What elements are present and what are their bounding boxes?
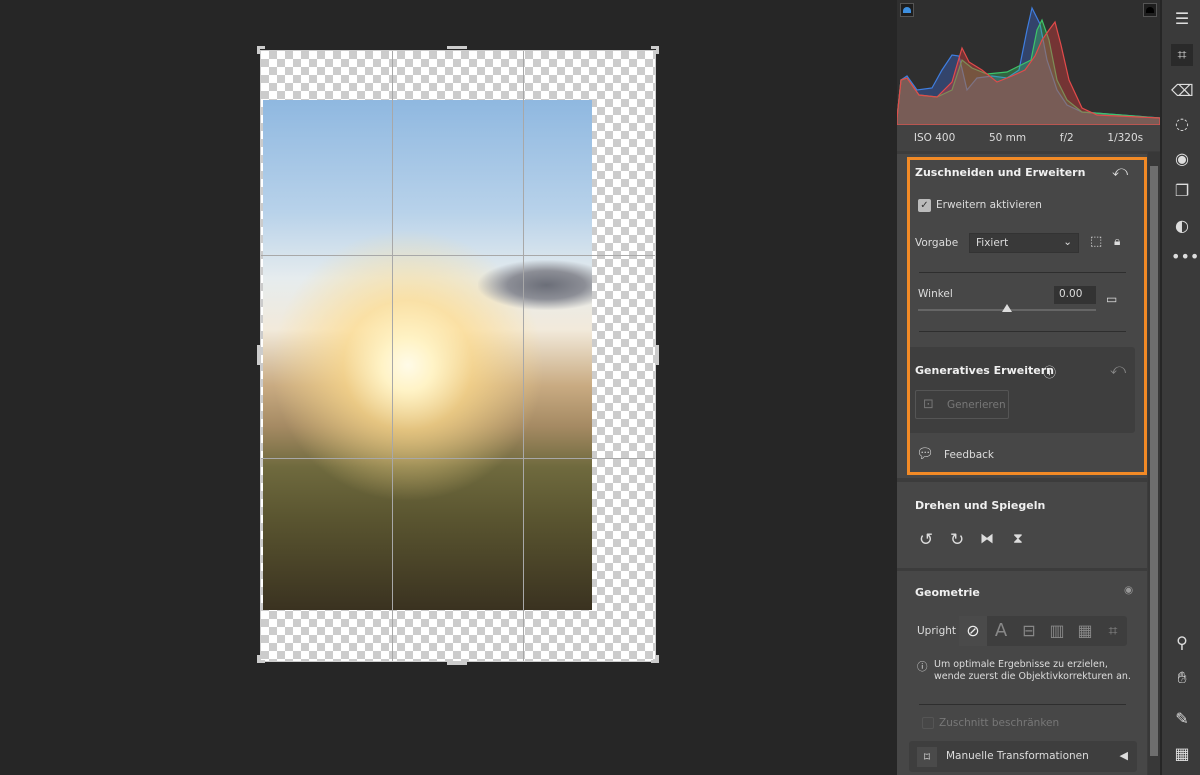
crop-tool-icon[interactable]: ⌗	[1171, 44, 1193, 66]
mask-icon[interactable]: ◌	[1171, 113, 1193, 135]
crop-handle-br[interactable]	[656, 655, 659, 663]
grid-overlay-icon[interactable]: ▦	[1171, 743, 1193, 765]
scrollbar-thumb[interactable]	[1150, 166, 1158, 756]
crop-handle-bottom[interactable]	[447, 662, 467, 665]
highlight-clipping-toggle[interactable]	[1143, 3, 1157, 17]
grid-line	[523, 51, 524, 661]
iso: ISO 400	[913, 132, 956, 144]
geometry-section: Geometrie ◉ Upright ⊘ A ⊟ ▥ ▦ ⌗ ⓘ Um opt…	[897, 571, 1147, 775]
more-icon[interactable]: •••	[1171, 246, 1199, 268]
upright-off-icon[interactable]: ⊘	[959, 616, 987, 646]
tool-strip: ☰ ⌗ ⌫ ◌ ◉ ❐ ◐ ••• ⚲ ✋︎ ✎ ▦	[1162, 0, 1200, 775]
crop-handle-bl[interactable]	[257, 655, 260, 663]
crop-handle-left[interactable]	[257, 345, 260, 365]
visibility-eye-icon[interactable]: ◉	[1124, 584, 1133, 596]
upright-modes: ⊘ A ⊟ ▥ ▦ ⌗	[959, 616, 1127, 646]
grid-line	[392, 51, 393, 661]
chevron-down-icon: ⌄	[1063, 236, 1072, 248]
exif-bar: ISO 400 50 mm f/2 1/320s	[897, 125, 1160, 151]
upright-full-icon[interactable]: ▦	[1071, 616, 1099, 646]
angle-value: 0.00	[1059, 288, 1083, 300]
manual-transform-button[interactable]: ⌑ Manuelle Transformationen ◀	[909, 741, 1137, 772]
rotate-section: Drehen und Spiegeln ↺ ↻ ⧓ ⧗	[897, 482, 1147, 568]
upright-vertical-icon[interactable]: ▥	[1043, 616, 1071, 646]
rotate-left-icon[interactable]: ↺	[919, 530, 933, 550]
edit-sliders-icon[interactable]: ☰	[1171, 8, 1193, 30]
geometry-title: Geometrie	[915, 586, 980, 599]
angle-input[interactable]: 0.00	[1054, 286, 1096, 304]
histogram	[896, 0, 1161, 126]
photo	[263, 100, 592, 610]
grid-line	[261, 458, 655, 459]
crop-handle-tr[interactable]	[656, 46, 659, 54]
upright-level-icon[interactable]: ⊟	[1015, 616, 1043, 646]
presets-icon[interactable]: ❐	[1171, 180, 1193, 202]
crop-handle-top[interactable]	[447, 46, 467, 49]
upright-label: Upright	[917, 625, 957, 637]
upright-guided-icon[interactable]: ⌗	[1099, 616, 1127, 646]
constrain-crop-label: Zuschnitt beschränken	[939, 717, 1060, 729]
aperture: f/2	[1059, 132, 1074, 144]
constrain-crop-checkbox[interactable]	[922, 717, 934, 729]
eyedropper-icon[interactable]: ✎	[1171, 708, 1193, 730]
crop-frame[interactable]	[260, 50, 656, 662]
shadow-clipping-toggle[interactable]	[900, 3, 914, 17]
divider	[919, 704, 1126, 705]
expand-arrow-icon: ◀	[1119, 749, 1128, 762]
transform-icon: ⌑	[917, 747, 937, 767]
flip-horizontal-icon[interactable]: ⧓	[980, 531, 994, 547]
upright-auto-icon[interactable]: A	[987, 616, 1015, 646]
rotate-title: Drehen und Spiegeln	[915, 499, 1046, 512]
info-icon: ⓘ	[917, 661, 928, 673]
snapshots-icon[interactable]: ◐	[1171, 215, 1193, 237]
zoom-icon[interactable]: ⚲	[1171, 632, 1193, 654]
hand-icon[interactable]: ✋︎	[1171, 667, 1193, 689]
crop-handle-right[interactable]	[656, 345, 659, 365]
geometry-info: Um optimale Ergebnisse zu erzielen, wend…	[934, 659, 1131, 682]
flip-vertical-icon[interactable]: ⧗	[1013, 531, 1023, 547]
grid-line	[261, 255, 655, 256]
highlight-box	[907, 157, 1147, 475]
red-eye-icon[interactable]: ◉	[1171, 148, 1193, 170]
eraser-icon[interactable]: ⌫	[1171, 80, 1194, 102]
preset-value: Fixiert	[976, 237, 1009, 249]
shutter-speed: 1/320s	[1107, 132, 1144, 144]
manual-transform-label: Manuelle Transformationen	[946, 750, 1089, 762]
crop-handle-tl[interactable]	[257, 46, 260, 54]
rotate-right-icon[interactable]: ↻	[950, 530, 964, 550]
cloud	[478, 260, 592, 310]
preset-dropdown[interactable]: Fixiert ⌄	[969, 233, 1079, 253]
focal-length: 50 mm	[988, 132, 1027, 144]
image-canvas[interactable]	[0, 0, 895, 775]
